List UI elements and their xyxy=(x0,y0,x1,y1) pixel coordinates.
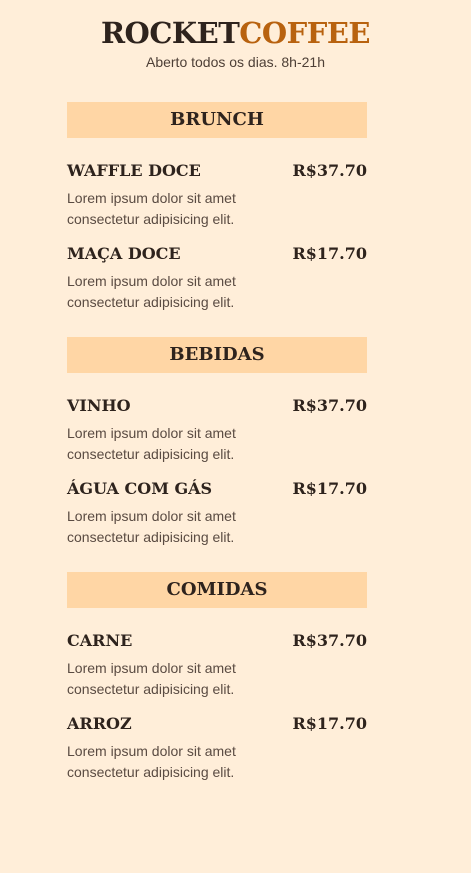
menu-item-description: Lorem ipsum dolor sit amet consectetur a… xyxy=(67,743,236,780)
menu-section-comidas: COMIDAS CARNE R$37.70 Lorem ipsum dolor … xyxy=(67,572,367,783)
brand-name-coffee: COFFEE xyxy=(239,16,371,50)
menu-item: MAÇA DOCE R$17.70 Lorem ipsum dolor sit … xyxy=(67,244,367,313)
menu-item: WAFFLE DOCE R$37.70 Lorem ipsum dolor si… xyxy=(67,161,367,230)
menu-section-brunch: BRUNCH WAFFLE DOCE R$37.70 Lorem ipsum d… xyxy=(67,102,367,313)
menu-item-header: MAÇA DOCE R$17.70 xyxy=(67,244,367,264)
menu-item-name: ARROZ xyxy=(67,714,132,733)
menu-item-price: R$17.70 xyxy=(292,244,367,263)
menu-page: ROCKETCOFFEE Aberto todos os dias. 8h-21… xyxy=(0,0,471,873)
menu-item: ÁGUA COM GÁS R$17.70 Lorem ipsum dolor s… xyxy=(67,479,367,548)
menu-item-header: VINHO R$37.70 xyxy=(67,396,367,416)
menu-item: VINHO R$37.70 Lorem ipsum dolor sit amet… xyxy=(67,396,367,465)
opening-hours: Aberto todos os dias. 8h-21h xyxy=(145,54,325,70)
brand-title: ROCKETCOFFEE xyxy=(0,14,471,52)
menu-item-price: R$37.70 xyxy=(292,631,367,650)
menu-item-price: R$37.70 xyxy=(292,161,367,180)
menu-item: ARROZ R$17.70 Lorem ipsum dolor sit amet… xyxy=(67,714,367,783)
menu-item-header: CARNE R$37.70 xyxy=(67,631,367,651)
menu-item-description: Lorem ipsum dolor sit amet consectetur a… xyxy=(67,508,236,545)
menu-item-description: Lorem ipsum dolor sit amet consectetur a… xyxy=(67,273,236,310)
menu-item-name: ÁGUA COM GÁS xyxy=(67,479,213,498)
section-title: COMIDAS xyxy=(67,572,367,608)
menu-item-name: WAFFLE DOCE xyxy=(67,161,201,180)
menu-item-header: ARROZ R$17.70 xyxy=(67,714,367,734)
menu-item-header: WAFFLE DOCE R$37.70 xyxy=(67,161,367,181)
menu-item-description: Lorem ipsum dolor sit amet consectetur a… xyxy=(67,425,236,462)
menu-section-bebidas: BEBIDAS VINHO R$37.70 Lorem ipsum dolor … xyxy=(67,337,367,548)
section-title: BRUNCH xyxy=(67,102,367,138)
brand-name-rocket: ROCKET xyxy=(100,16,240,50)
menu-item-price: R$37.70 xyxy=(292,396,367,415)
menu-item-header: ÁGUA COM GÁS R$17.70 xyxy=(67,479,367,499)
section-title: BEBIDAS xyxy=(67,337,367,373)
page-header: ROCKETCOFFEE Aberto todos os dias. 8h-21… xyxy=(0,0,471,70)
menu-list: BRUNCH WAFFLE DOCE R$37.70 Lorem ipsum d… xyxy=(67,102,367,807)
menu-item: CARNE R$37.70 Lorem ipsum dolor sit amet… xyxy=(67,631,367,700)
menu-item-name: MAÇA DOCE xyxy=(67,244,181,263)
menu-item-name: VINHO xyxy=(67,396,131,415)
menu-item-price: R$17.70 xyxy=(292,479,367,498)
menu-item-description: Lorem ipsum dolor sit amet consectetur a… xyxy=(67,190,236,227)
menu-item-price: R$17.70 xyxy=(292,714,367,733)
menu-item-description: Lorem ipsum dolor sit amet consectetur a… xyxy=(67,660,236,697)
menu-item-name: CARNE xyxy=(67,631,133,650)
